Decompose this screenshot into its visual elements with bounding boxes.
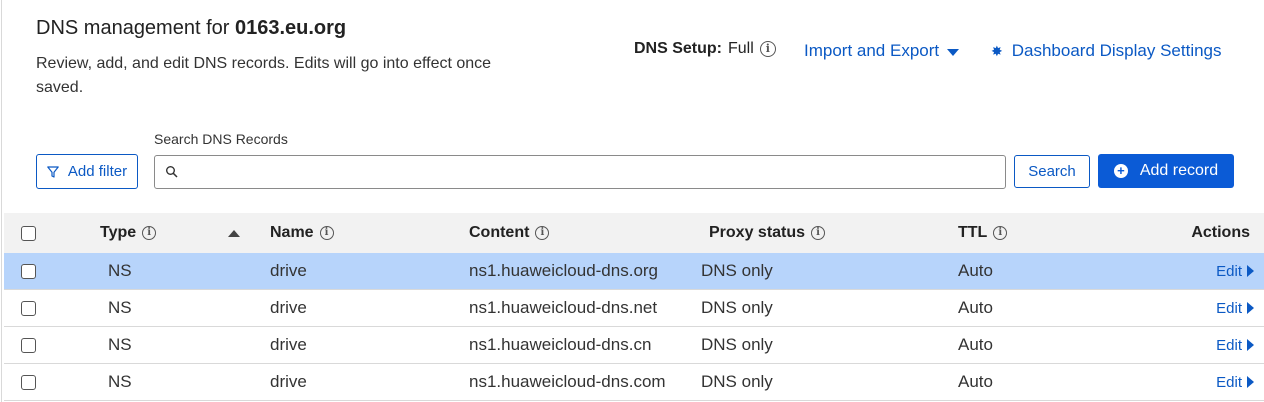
edit-link[interactable]: Edit <box>1216 327 1254 363</box>
sort-ascending-icon <box>228 229 240 237</box>
record-ttl: Auto <box>958 372 993 391</box>
column-ttl[interactable]: TTL i <box>958 213 1008 253</box>
caret-right-icon <box>1247 302 1254 314</box>
plus-circle-icon: + <box>1113 164 1128 178</box>
column-type-label: Type <box>100 224 137 241</box>
column-content-label: Content <box>469 224 530 241</box>
import-export-dropdown[interactable]: Import and Export <box>804 41 960 61</box>
record-content: ns1.huaweicloud-dns.com <box>469 372 666 391</box>
record-content: ns1.huaweicloud-dns.net <box>469 298 658 317</box>
record-ttl: Auto <box>958 261 993 280</box>
column-name-label: Name <box>270 224 314 241</box>
page-title: DNS management for 0163.eu.org <box>36 17 346 40</box>
page-title-prefix: DNS management for <box>36 17 235 39</box>
edit-label: Edit <box>1216 262 1242 280</box>
table-row[interactable]: NS drive ns1.huaweicloud-dns.net DNS onl… <box>4 290 1264 327</box>
row-select-cell <box>21 327 36 363</box>
record-type: NS <box>108 298 132 317</box>
caret-right-icon <box>1247 339 1254 351</box>
dns-records-table: Type i Name i Content i Proxy status i TTL i … <box>4 213 1264 401</box>
table-row[interactable]: NS drive ns1.huaweicloud-dns.cn DNS only… <box>4 327 1264 364</box>
row-checkbox[interactable] <box>21 374 36 390</box>
table-row[interactable]: NS drive ns1.huaweicloud-dns.org DNS onl… <box>4 253 1264 290</box>
caret-right-icon <box>1247 265 1254 277</box>
info-icon[interactable]: i <box>993 226 1008 240</box>
search-button[interactable]: Search <box>1014 155 1090 188</box>
dashboard-settings-label: Dashboard Display Settings <box>1011 41 1222 60</box>
table-header: Type i Name i Content i Proxy status i TTL i … <box>4 213 1264 253</box>
column-actions: Actions <box>1191 224 1250 241</box>
info-icon[interactable]: i <box>319 226 334 240</box>
record-name: drive <box>270 261 307 280</box>
info-icon[interactable]: i <box>142 226 157 240</box>
info-icon[interactable]: i <box>811 226 826 240</box>
column-proxy-label: Proxy status <box>709 224 806 241</box>
dns-setup-label: DNS Setup: <box>634 40 722 57</box>
add-record-button[interactable]: + Add record <box>1098 154 1234 188</box>
record-content: ns1.huaweicloud-dns.cn <box>469 335 652 354</box>
search-input[interactable] <box>185 160 995 184</box>
add-filter-button[interactable]: Add filter <box>36 154 138 189</box>
caret-down-icon <box>947 48 960 56</box>
page-description: Review, add, and edit DNS records. Edits… <box>36 55 492 96</box>
column-name[interactable]: Name i <box>270 213 334 253</box>
record-type: NS <box>108 372 132 391</box>
info-icon[interactable]: i <box>759 41 776 57</box>
edit-link[interactable]: Edit <box>1216 364 1254 400</box>
column-content[interactable]: Content i <box>469 213 550 253</box>
select-all-checkbox[interactable] <box>21 225 36 241</box>
edit-link[interactable]: Edit <box>1216 253 1254 289</box>
dns-management-panel: DNS management for 0163.eu.org Review, a… <box>1 0 1264 402</box>
sort-control[interactable] <box>228 213 240 253</box>
edit-label: Edit <box>1216 299 1242 317</box>
funnel-icon <box>47 165 59 178</box>
record-type: NS <box>108 335 132 354</box>
search-field[interactable] <box>154 155 1006 189</box>
record-proxy-status: DNS only <box>701 335 773 354</box>
add-filter-label: Add filter <box>67 163 128 180</box>
edit-label: Edit <box>1216 336 1242 354</box>
row-checkbox[interactable] <box>21 263 36 279</box>
record-name: drive <box>270 335 307 354</box>
record-content: ns1.huaweicloud-dns.org <box>469 261 659 280</box>
edit-link[interactable]: Edit <box>1216 290 1254 326</box>
row-checkbox[interactable] <box>21 300 36 316</box>
row-select-cell <box>21 364 36 400</box>
domain-name: 0163.eu.org <box>234 17 347 39</box>
record-proxy-status: DNS only <box>701 261 773 280</box>
row-checkbox[interactable] <box>21 337 36 353</box>
record-ttl: Auto <box>958 335 993 354</box>
record-type: NS <box>108 261 132 280</box>
add-record-label: Add record <box>1139 162 1219 179</box>
row-select-cell <box>21 290 36 326</box>
magnifier-icon <box>166 166 178 178</box>
column-type[interactable]: Type i <box>100 213 157 253</box>
caret-right-icon <box>1247 376 1254 388</box>
import-export-label: Import and Export <box>804 41 940 60</box>
gear-icon: ✸ <box>991 42 1003 59</box>
record-ttl: Auto <box>958 298 993 317</box>
search-label: Search DNS Records <box>154 131 288 147</box>
dns-setup: DNS Setup: Full i <box>634 40 776 58</box>
record-name: drive <box>270 372 307 391</box>
dashboard-display-settings-link[interactable]: ✸ Dashboard Display Settings <box>991 41 1222 61</box>
row-select-cell <box>21 253 36 289</box>
column-ttl-label: TTL <box>958 224 988 241</box>
dns-setup-value: Full <box>728 40 754 57</box>
record-name: drive <box>270 298 307 317</box>
edit-label: Edit <box>1216 373 1242 391</box>
table-row[interactable]: NS drive ns1.huaweicloud-dns.com DNS onl… <box>4 364 1264 401</box>
column-proxy-status[interactable]: Proxy status i <box>709 213 826 253</box>
info-icon[interactable]: i <box>535 226 550 240</box>
record-proxy-status: DNS only <box>701 298 773 317</box>
select-all-cell <box>21 213 36 253</box>
record-proxy-status: DNS only <box>701 372 773 391</box>
